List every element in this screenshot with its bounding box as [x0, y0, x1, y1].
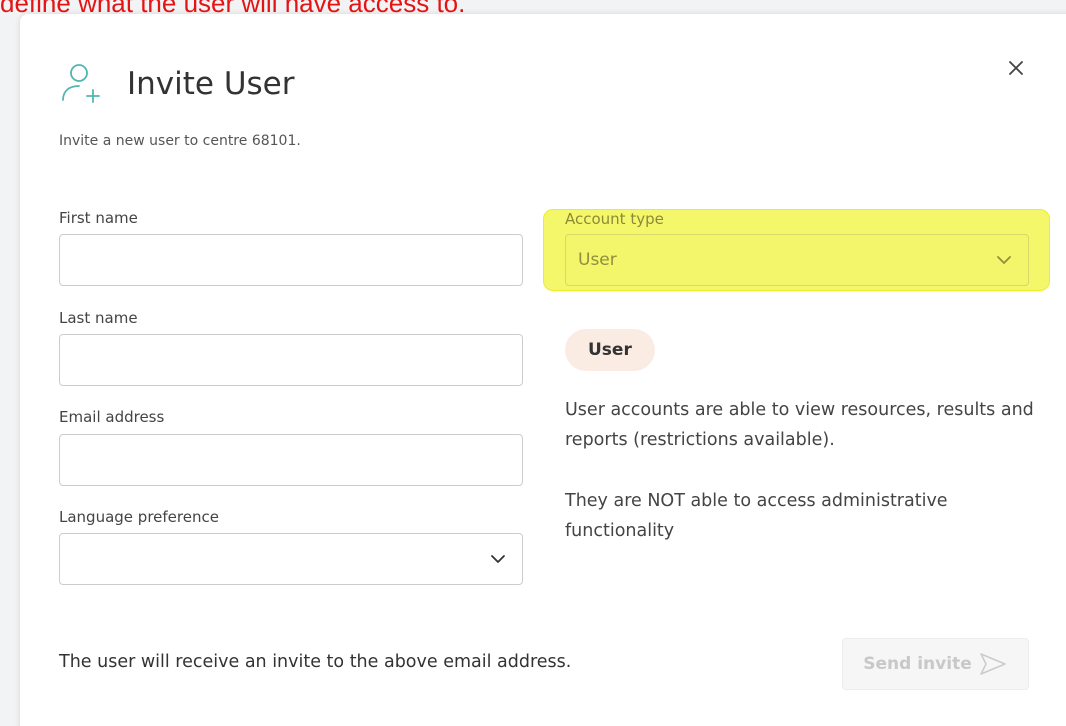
chevron-down-icon [491, 555, 505, 563]
page-title: Invite User [127, 66, 295, 102]
last-name-label: Last name [59, 309, 138, 327]
first-name-label: First name [59, 209, 138, 227]
account-type-label: Account type [565, 210, 664, 228]
chevron-down-icon [997, 256, 1011, 264]
invite-footer-note: The user will receive an invite to the a… [59, 652, 572, 672]
close-icon [1009, 61, 1023, 75]
send-invite-label: Send invite [863, 654, 972, 674]
account-type-value: User [578, 250, 617, 270]
close-button[interactable] [1004, 56, 1028, 80]
email-label: Email address [59, 408, 165, 426]
send-invite-button[interactable]: Send invite [842, 638, 1029, 690]
last-name-input[interactable] [59, 334, 523, 386]
first-name-input[interactable] [59, 234, 523, 286]
language-label: Language preference [59, 508, 219, 526]
screenshot-stage: define what the user will have access to… [0, 0, 1066, 726]
add-user-icon [62, 64, 100, 103]
account-type-badge: User [565, 329, 655, 371]
email-input[interactable] [59, 434, 523, 486]
account-description: User accounts are able to view resources… [565, 400, 1034, 450]
modal-subtitle: Invite a new user to centre 68101. [59, 133, 301, 149]
account-type-select[interactable]: User [565, 234, 1029, 286]
send-arrow-icon [979, 653, 1006, 675]
language-select[interactable] [59, 533, 523, 585]
modal-header: Invite User [59, 60, 295, 108]
account-restriction-note: They are NOT able to access administrati… [565, 491, 948, 541]
